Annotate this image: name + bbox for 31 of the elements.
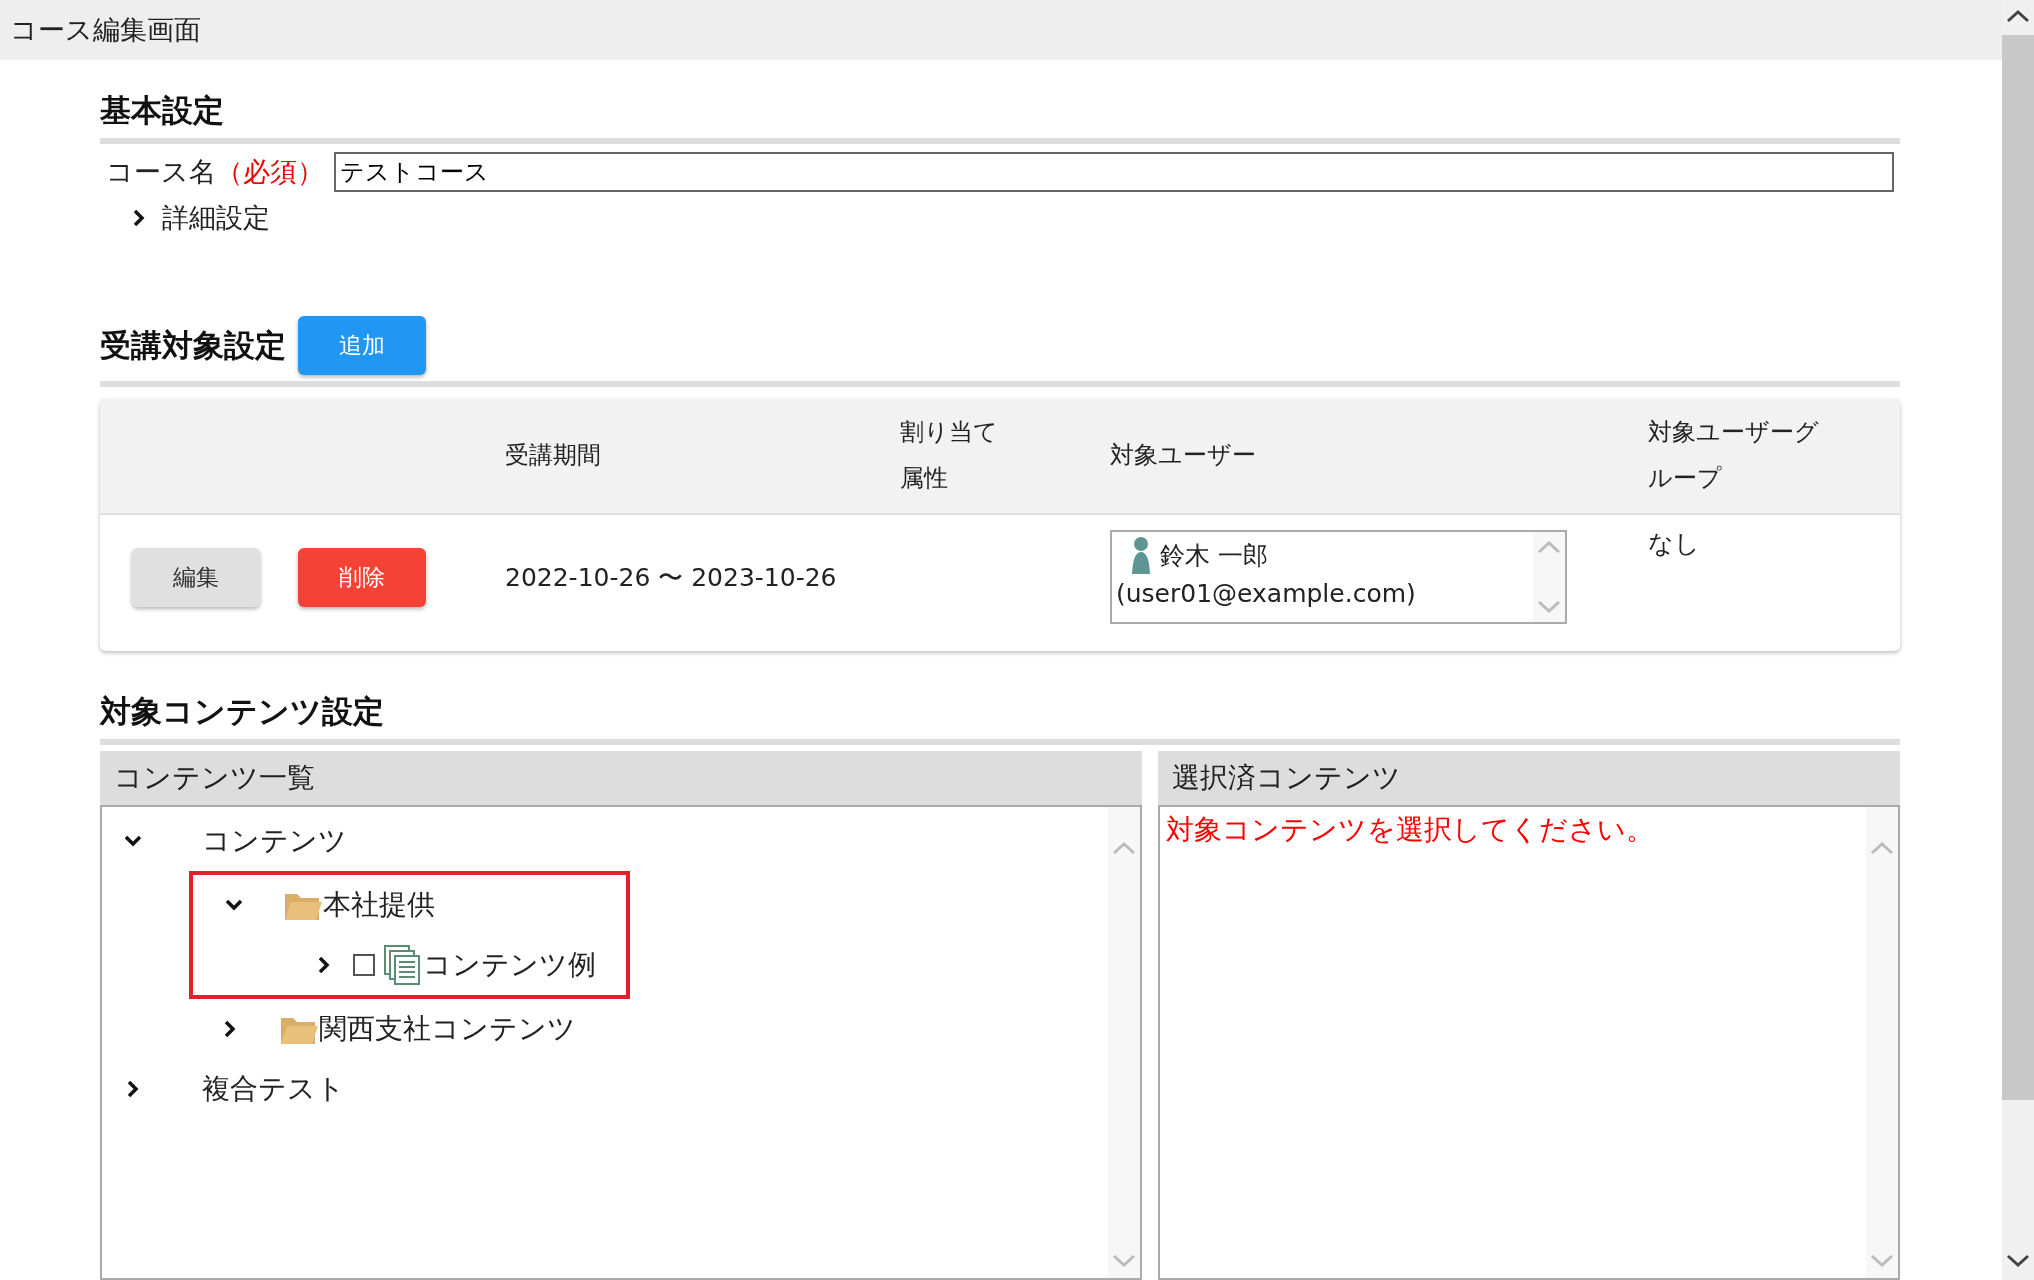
column-header: 受講期間 [505, 440, 601, 472]
scroll-down-icon[interactable] [2006, 1254, 2030, 1268]
panel-header: コンテンツ一覧 [100, 751, 1142, 807]
user-email: (user01@example.com) [1116, 578, 1417, 610]
tree-item-label[interactable]: コンテンツ例 [423, 946, 596, 984]
field-label: コース名（必須） [106, 155, 324, 189]
scroll-up-icon[interactable] [2006, 9, 2030, 23]
section-heading: 対象コンテンツ設定 [100, 692, 384, 731]
delete-button[interactable]: 削除 [298, 547, 426, 607]
tree-item-label[interactable]: 本社提供 [323, 886, 435, 924]
details-toggle[interactable]: 詳細設定 [162, 200, 270, 236]
section-heading: 受講対象設定 [100, 325, 286, 365]
edit-button[interactable]: 編集 [132, 547, 260, 607]
user-name: 鈴木 一郎 [1160, 539, 1268, 572]
section-heading: 基本設定 [100, 91, 224, 130]
checkbox[interactable] [353, 954, 375, 976]
column-header: 対象ユーザー [1110, 440, 1256, 472]
documents-icon [383, 944, 423, 986]
tree-item-label[interactable]: コンテンツ [202, 822, 347, 860]
tree-item-label[interactable]: 関西支社コンテンツ [319, 1010, 576, 1048]
column-header: 割り当て属性 [900, 417, 999, 494]
tree-item-label[interactable]: 複合テスト [202, 1070, 345, 1108]
page-scrollbar[interactable] [2002, 0, 2034, 1280]
window-title: コース編集画面 [0, 0, 2002, 60]
panel-header: 選択済コンテンツ [1158, 751, 1900, 807]
course-name-field[interactable]: テストコース [334, 152, 1894, 192]
column-header: 対象ユーザーグループ [1648, 417, 1820, 494]
scrollbar-thumb[interactable] [2002, 35, 2034, 1100]
table-cell-text: なし [1648, 528, 1700, 560]
table-cell-text: 2022-10-26 〜 2023-10-26 [505, 561, 837, 594]
empty-message: 対象コンテンツを選択してください。 [1166, 813, 1654, 846]
